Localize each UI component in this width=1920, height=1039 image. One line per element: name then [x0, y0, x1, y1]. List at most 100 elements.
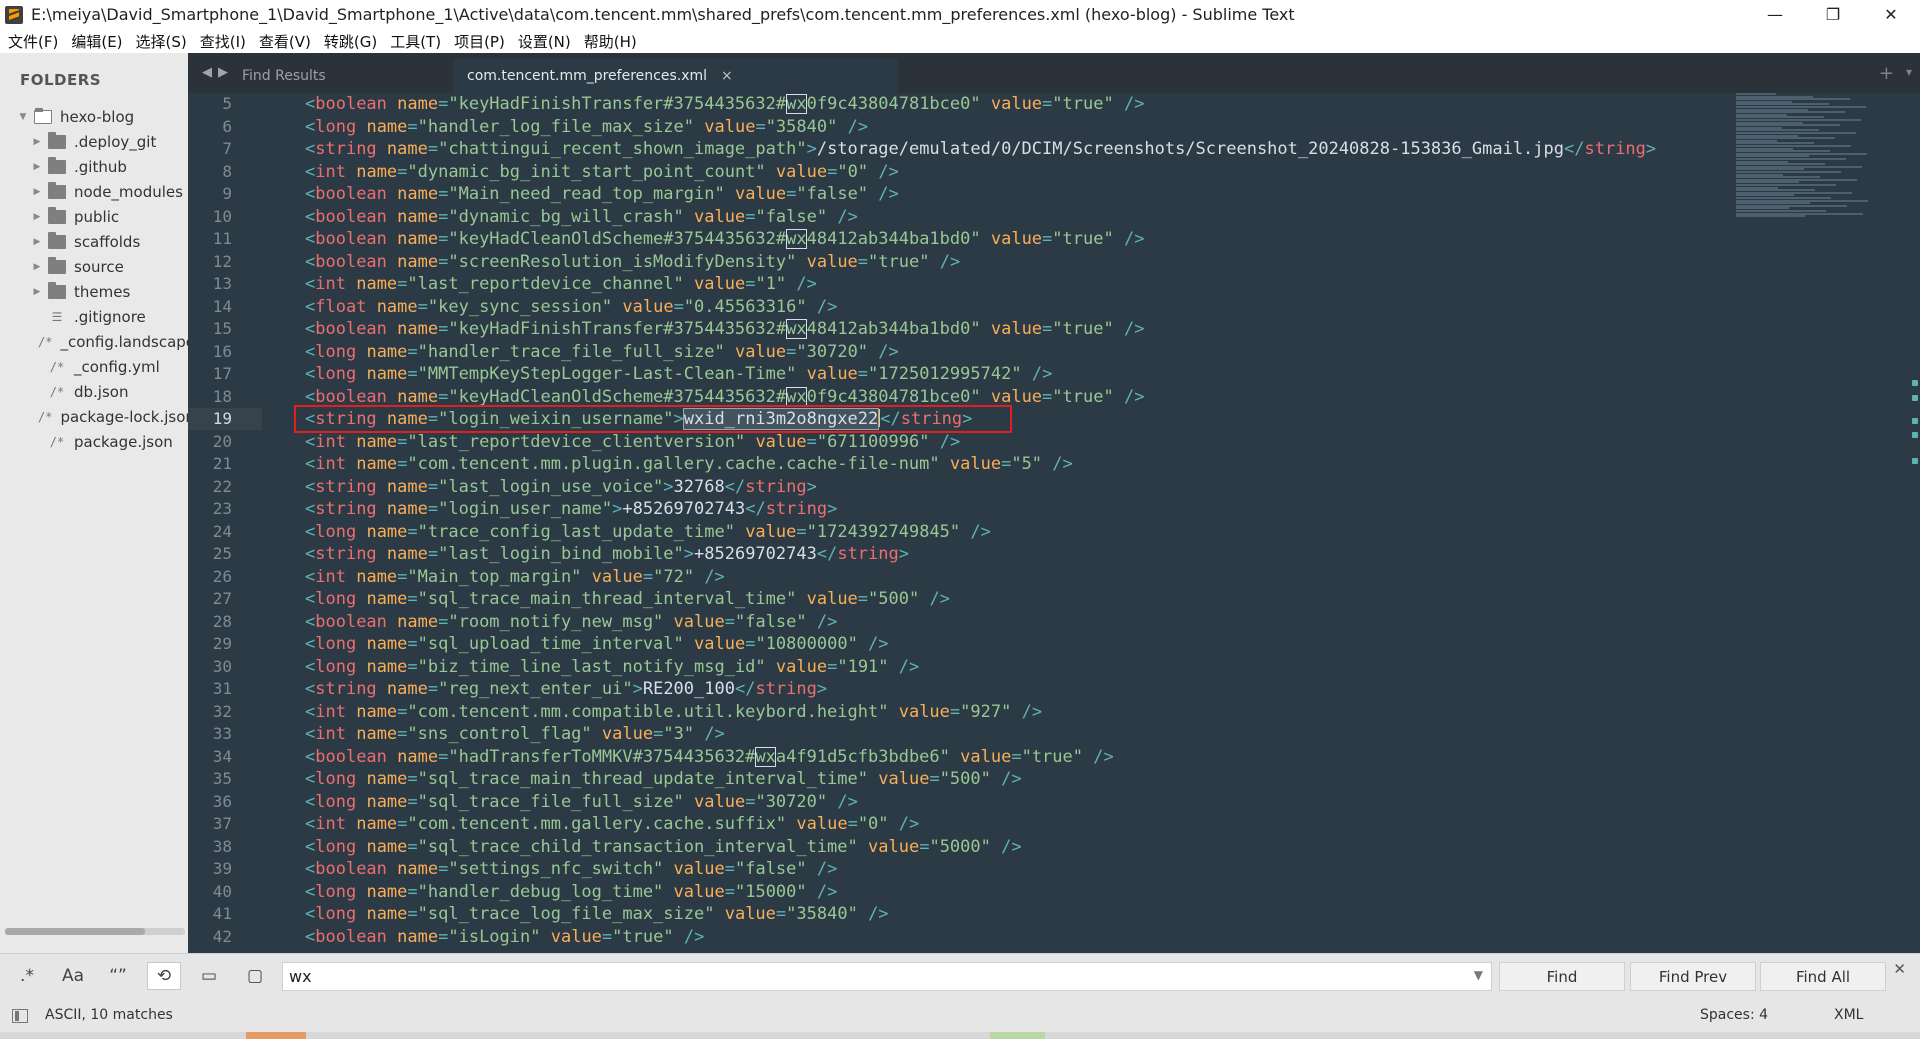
tree-file-item[interactable]: ☰ .gitignore [0, 304, 188, 329]
minimize-button[interactable]: — [1746, 0, 1804, 29]
tree-root-folder[interactable]: ▼ hexo-blog [0, 104, 188, 129]
code-editor[interactable]: 5 6 7 8 9 10 11 12 13 14 15 16 17 18 19 20 21 22 23 24 25 26 2… [188, 93, 1920, 953]
maximize-button[interactable]: ❐ [1804, 0, 1862, 29]
code-line[interactable]: <boolean name="room_notify_new_msg" valu… [305, 611, 837, 633]
tree-folder-item[interactable]: ▶ source [0, 254, 188, 279]
code-line[interactable]: <boolean name="hadTransferToMMKV#3754435… [305, 746, 1114, 768]
code-line[interactable]: <long name="handler_trace_file_full_size… [305, 341, 899, 363]
collapsed-arrow-icon[interactable]: ▶ [32, 212, 42, 222]
status-indentation[interactable]: Spaces: 4 [1700, 1007, 1768, 1023]
code-line[interactable]: <int name="com.tencent.mm.compatible.uti… [305, 701, 1042, 723]
title-bar: E:\meiya\David_Smartphone_1\David_Smartp… [0, 0, 1920, 29]
code-line[interactable]: <string name="last_login_use_voice">3276… [305, 476, 817, 498]
code-line[interactable]: <float name="key_sync_session" value="0.… [305, 296, 837, 318]
code-line[interactable]: <boolean name="keyHadFinishTransfer#3754… [305, 93, 1144, 115]
code-line[interactable]: <int name="last_reportdevice_clientversi… [305, 431, 960, 453]
find-prev-button[interactable]: Find Prev [1630, 962, 1756, 991]
regex-toggle[interactable]: .* [10, 962, 44, 990]
tab-close-icon[interactable]: × [721, 68, 733, 84]
find-button[interactable]: Find [1499, 962, 1625, 991]
collapsed-arrow-icon[interactable]: ▶ [32, 187, 42, 197]
find-history-dropdown-icon[interactable]: ▼ [1474, 968, 1483, 982]
line-number: 12 [212, 252, 232, 271]
tree-file-item[interactable]: /* _config.landscape [0, 329, 188, 354]
code-line[interactable]: <boolean name="settings_nfc_switch" valu… [305, 858, 837, 880]
toggle-sidebar-icon[interactable] [12, 1009, 28, 1023]
code-line[interactable]: <int name="dynamic_bg_init_start_point_c… [305, 161, 899, 183]
code-line[interactable]: <boolean name="screenResolution_isModify… [305, 251, 960, 273]
tab-nav-arrows-icon[interactable]: ◀▶ [202, 65, 234, 80]
code-line[interactable]: <boolean name="keyHadCleanOldScheme#3754… [305, 228, 1144, 250]
menu-view[interactable]: 查看(V) [259, 31, 311, 52]
tree-folder-item[interactable]: ▶ .deploy_git [0, 129, 188, 154]
code-line[interactable]: <boolean name="keyHadFinishTransfer#3754… [305, 318, 1144, 340]
code-line[interactable]: <int name="com.tencent.mm.gallery.cache.… [305, 813, 919, 835]
menu-selection[interactable]: 选择(S) [136, 31, 187, 52]
code-line[interactable]: <int name="com.tencent.mm.plugin.gallery… [305, 453, 1073, 475]
code-line[interactable]: <int name="Main_top_margin" value="72" /… [305, 566, 725, 588]
tree-file-item[interactable]: /* package.json [0, 429, 188, 454]
tree-file-item[interactable]: /* db.json [0, 379, 188, 404]
tree-file-item[interactable]: /* package-lock.json [0, 404, 188, 429]
scrollbar-thumb[interactable] [5, 928, 145, 935]
code-line[interactable]: <long name="sql_trace_log_file_max_size"… [305, 903, 889, 925]
tree-folder-item[interactable]: ▶ node_modules [0, 179, 188, 204]
menu-project[interactable]: 项目(P) [454, 31, 505, 52]
vertical-scrollbar[interactable] [1908, 93, 1920, 953]
close-window-button[interactable]: ✕ [1862, 0, 1920, 29]
case-sensitive-toggle[interactable]: Aa [56, 962, 90, 990]
code-line[interactable]: <long name="MMTempKeyStepLogger-Last-Cle… [305, 363, 1052, 385]
code-line[interactable]: <string name="last_login_bind_mobile">+8… [305, 543, 909, 565]
code-line[interactable]: <string name="reg_next_enter_ui">RE200_1… [305, 678, 827, 700]
code-area[interactable]: <boolean name="keyHadFinishTransfer#3754… [305, 93, 1920, 953]
code-line[interactable]: <string name="login_user_name">+85269702… [305, 498, 837, 520]
highlight-matches-toggle[interactable]: ▢ [238, 962, 272, 990]
find-panel-close-icon[interactable]: ✕ [1893, 960, 1906, 978]
expand-arrow-icon[interactable]: ▼ [18, 112, 28, 122]
tab-find-results[interactable]: Find Results [238, 59, 442, 93]
code-line[interactable]: <long name="handler_debug_log_time" valu… [305, 881, 837, 903]
tree-folder-item[interactable]: ▶ scaffolds [0, 229, 188, 254]
find-input[interactable]: wx ▼ [282, 962, 1492, 991]
code-line[interactable]: <long name="biz_time_line_last_notify_ms… [305, 656, 919, 678]
tree-folder-item[interactable]: ▶ public [0, 204, 188, 229]
code-line[interactable]: <long name="sql_trace_main_thread_update… [305, 768, 1022, 790]
collapsed-arrow-icon[interactable]: ▶ [32, 162, 42, 172]
tree-file-item[interactable]: /* _config.yml [0, 354, 188, 379]
menu-preferences[interactable]: 设置(N) [518, 31, 571, 52]
tree-folder-item[interactable]: ▶ .github [0, 154, 188, 179]
code-line[interactable]: <long name="trace_config_last_update_tim… [305, 521, 991, 543]
menu-goto[interactable]: 转跳(G) [324, 31, 377, 52]
new-tab-plus-icon[interactable]: + [1879, 63, 1894, 84]
code-line[interactable]: <int name="last_reportdevice_channel" va… [305, 273, 817, 295]
code-line[interactable]: <boolean name="isLogin" value="true" /> [305, 926, 704, 948]
collapsed-arrow-icon[interactable]: ▶ [32, 262, 42, 272]
wrap-toggle[interactable]: ⟲ [147, 962, 181, 990]
status-syntax[interactable]: XML [1834, 1007, 1863, 1023]
find-all-button[interactable]: Find All [1760, 962, 1886, 991]
code-line[interactable]: <long name="sql_upload_time_interval" va… [305, 633, 889, 655]
collapsed-arrow-icon[interactable]: ▶ [32, 237, 42, 247]
tab-dropdown-icon[interactable]: ▾ [1906, 65, 1912, 79]
code-line[interactable]: <long name="sql_trace_main_thread_interv… [305, 588, 950, 610]
sidebar-horizontal-scrollbar[interactable] [5, 928, 185, 935]
code-line[interactable]: <boolean name="Main_need_read_top_margin… [305, 183, 899, 205]
code-line[interactable]: <string name="chattingui_recent_shown_im… [305, 138, 1656, 160]
menu-file[interactable]: 文件(F) [8, 31, 58, 52]
menu-edit[interactable]: 编辑(E) [71, 31, 122, 52]
minimap[interactable] [1736, 93, 1896, 233]
code-line[interactable]: <boolean name="dynamic_bg_will_crash" va… [305, 206, 858, 228]
code-line[interactable]: <long name="sql_trace_child_transaction_… [305, 836, 1022, 858]
in-selection-toggle[interactable]: ▭ [192, 962, 226, 990]
code-line[interactable]: <long name="handler_log_file_max_size" v… [305, 116, 868, 138]
collapsed-arrow-icon[interactable]: ▶ [32, 137, 42, 147]
menu-help[interactable]: 帮助(H) [584, 31, 637, 52]
tab-preferences-xml[interactable]: com.tencent.mm_preferences.xml × [453, 59, 898, 93]
code-line[interactable]: <int name="sns_control_flag" value="3" /… [305, 723, 725, 745]
collapsed-arrow-icon[interactable]: ▶ [32, 287, 42, 297]
whole-word-toggle[interactable]: “” [101, 962, 135, 990]
code-line[interactable]: <long name="sql_trace_file_full_size" va… [305, 791, 858, 813]
tree-folder-item[interactable]: ▶ themes [0, 279, 188, 304]
menu-tools[interactable]: 工具(T) [390, 31, 441, 52]
menu-find[interactable]: 查找(I) [200, 31, 246, 52]
